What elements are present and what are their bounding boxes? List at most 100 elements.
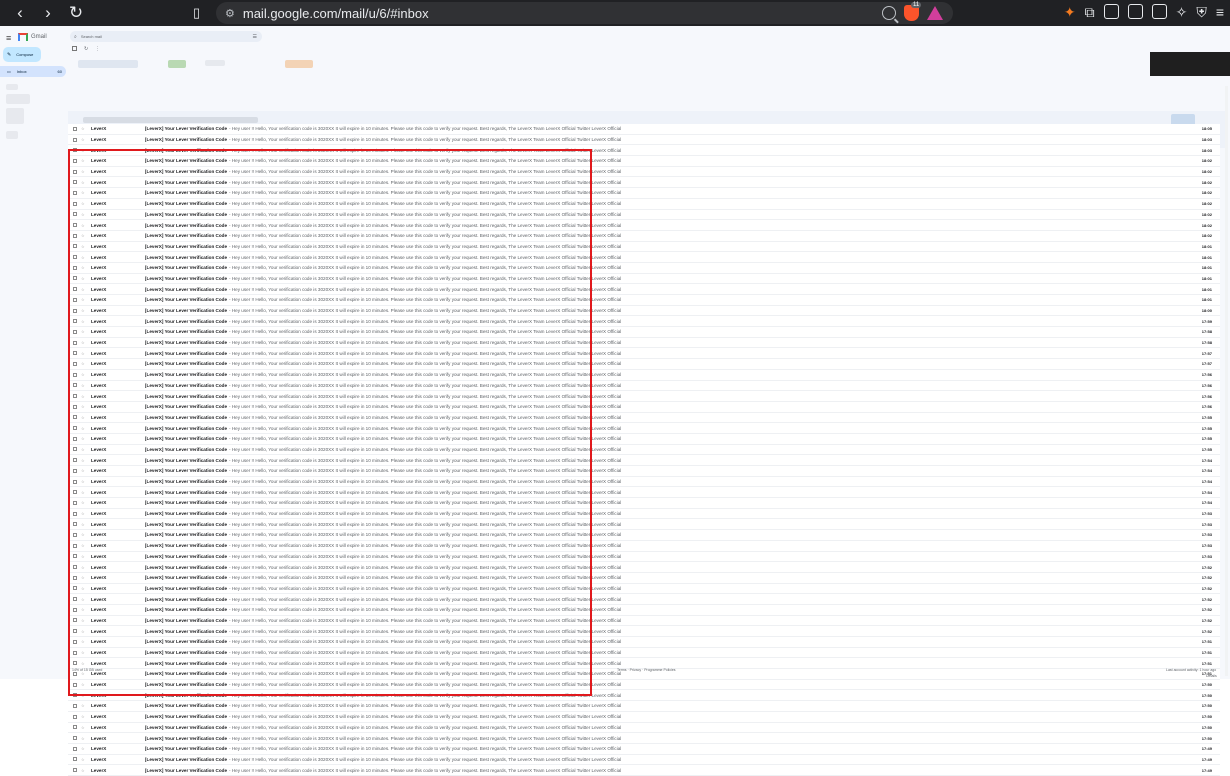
email-row[interactable]: ☆ LeverX [LeverX] Your Lever Verification … (68, 754, 1220, 766)
email-row[interactable]: ☆ LeverX [LeverX] Your Lever Verification … (68, 530, 1220, 541)
email-row[interactable]: ☆ LeverX [LeverX] Your Lever Verification … (68, 604, 1220, 616)
sidebar-item-inbox[interactable]: ▭ Inbox 60 (0, 66, 66, 77)
email-row[interactable]: ☆ LeverX [LeverX] Your Lever Verification … (68, 145, 1220, 157)
row-checkbox[interactable] (73, 746, 77, 751)
star-icon[interactable]: ☆ (81, 158, 87, 163)
email-row[interactable]: ☆ LeverX [LeverX] Your Lever Verification … (68, 166, 1220, 178)
gmail-logo[interactable]: Gmail (18, 33, 47, 41)
row-checkbox[interactable] (73, 201, 77, 206)
row-checkbox[interactable] (73, 618, 77, 623)
star-icon[interactable]: ☆ (81, 639, 87, 644)
browser-menu-icon[interactable]: ≡ (1216, 4, 1224, 21)
brave-rewards-icon[interactable] (927, 6, 943, 20)
star-icon[interactable]: ☆ (81, 276, 87, 281)
row-checkbox[interactable] (73, 639, 77, 644)
email-row[interactable]: ☆ LeverX [LeverX] Your Lever Verification … (68, 241, 1220, 253)
star-icon[interactable]: ☆ (81, 265, 87, 270)
scrollbar[interactable] (1225, 86, 1228, 676)
star-icon[interactable]: ☆ (81, 575, 87, 580)
email-row[interactable]: ☆ LeverX [LeverX] Your Lever Verification … (68, 433, 1220, 445)
star-icon[interactable]: ☆ (81, 629, 87, 634)
star-icon[interactable]: ☆ (81, 768, 87, 773)
star-icon[interactable]: ☆ (81, 682, 87, 687)
star-icon[interactable]: ☆ (81, 736, 87, 741)
star-icon[interactable]: ☆ (81, 351, 87, 356)
star-icon[interactable]: ☆ (81, 126, 87, 131)
email-row[interactable]: ☆ LeverX [LeverX] Your Lever Verification … (68, 188, 1220, 199)
star-icon[interactable]: ☆ (81, 586, 87, 591)
row-checkbox[interactable] (73, 532, 77, 537)
email-row[interactable]: ☆ LeverX [LeverX] Your Lever Verification … (68, 711, 1220, 723)
email-row[interactable]: ☆ LeverX [LeverX] Your Lever Verification … (68, 423, 1220, 434)
star-icon[interactable]: ☆ (81, 532, 87, 537)
email-row[interactable]: ☆ LeverX [LeverX] Your Lever Verification … (68, 743, 1220, 755)
email-row[interactable]: ☆ LeverX [LeverX] Your Lever Verification … (68, 594, 1220, 605)
star-icon[interactable]: ☆ (81, 404, 87, 409)
star-icon[interactable]: ☆ (81, 308, 87, 313)
email-row[interactable]: ☆ LeverX [LeverX] Your Lever Verification … (68, 551, 1220, 563)
star-icon[interactable]: ☆ (81, 137, 87, 142)
star-icon[interactable]: ☆ (81, 500, 87, 505)
row-checkbox[interactable] (73, 308, 77, 313)
star-icon[interactable]: ☆ (81, 361, 87, 366)
email-row[interactable]: ☆ LeverX [LeverX] Your Lever Verification … (68, 177, 1220, 189)
star-icon[interactable]: ☆ (81, 661, 87, 666)
row-checkbox[interactable] (73, 736, 77, 741)
star-icon[interactable]: ☆ (81, 436, 87, 441)
row-checkbox[interactable] (73, 329, 77, 334)
row-checkbox[interactable] (73, 714, 77, 719)
search-options-icon[interactable]: ☰ (253, 34, 257, 40)
email-row[interactable]: ☆ LeverX [LeverX] Your Lever Verification … (68, 615, 1220, 627)
row-checkbox[interactable] (73, 394, 77, 399)
row-checkbox[interactable] (73, 511, 77, 516)
star-icon[interactable]: ☆ (81, 543, 87, 548)
star-icon[interactable]: ☆ (81, 511, 87, 516)
email-row[interactable]: ☆ LeverX [LeverX] Your Lever Verification … (68, 134, 1220, 146)
extension-fox-icon[interactable]: ✦ (1064, 4, 1076, 21)
row-checkbox[interactable] (73, 212, 77, 217)
email-row[interactable]: ☆ LeverX [LeverX] Your Lever Verification … (68, 498, 1220, 509)
back-icon[interactable]: ‹ (12, 4, 28, 21)
star-icon[interactable]: ☆ (81, 329, 87, 334)
email-row[interactable]: ☆ LeverX [LeverX] Your Lever Verification … (68, 733, 1220, 744)
email-row[interactable]: ☆ LeverX [LeverX] Your Lever Verification … (68, 412, 1220, 424)
email-row[interactable]: ☆ LeverX [LeverX] Your Lever Verification … (68, 305, 1220, 317)
row-checkbox[interactable] (73, 415, 77, 420)
row-checkbox[interactable] (73, 372, 77, 377)
zoom-icon[interactable] (882, 6, 896, 20)
row-checkbox[interactable] (73, 575, 77, 580)
star-icon[interactable]: ☆ (81, 297, 87, 302)
row-checkbox[interactable] (73, 190, 77, 195)
more-options-icon[interactable]: ⋮ (95, 46, 100, 52)
select-all-checkbox[interactable] (72, 46, 77, 51)
star-icon[interactable]: ☆ (81, 597, 87, 602)
star-icon[interactable]: ☆ (81, 607, 87, 612)
row-checkbox[interactable] (73, 703, 77, 708)
row-checkbox[interactable] (73, 468, 77, 473)
footer-links[interactable]: Terms · Privacy · Programme Policies (617, 668, 676, 672)
email-row[interactable]: ☆ LeverX [LeverX] Your Lever Verification … (68, 262, 1220, 274)
row-checkbox[interactable] (73, 148, 77, 153)
refresh-icon[interactable]: ↻ (84, 46, 88, 52)
url-text[interactable]: mail.google.com/mail/u/6/#inbox (243, 6, 429, 21)
email-row[interactable]: ☆ LeverX [LeverX] Your Lever Verification … (68, 637, 1220, 648)
star-icon[interactable]: ☆ (81, 415, 87, 420)
wallet-icon[interactable] (1151, 4, 1167, 19)
star-icon[interactable]: ☆ (81, 255, 87, 260)
row-checkbox[interactable] (73, 297, 77, 302)
row-checkbox[interactable] (73, 543, 77, 548)
star-icon[interactable]: ☆ (81, 394, 87, 399)
star-icon[interactable]: ☆ (81, 714, 87, 719)
email-row[interactable]: ☆ LeverX [LeverX] Your Lever Verification … (68, 690, 1220, 702)
star-icon[interactable]: ☆ (81, 244, 87, 249)
email-row[interactable]: ☆ LeverX [LeverX] Your Lever Verification … (68, 220, 1220, 231)
row-checkbox[interactable] (73, 693, 77, 698)
star-icon[interactable]: ☆ (81, 383, 87, 388)
row-checkbox[interactable] (73, 244, 77, 249)
row-checkbox[interactable] (73, 757, 77, 762)
row-checkbox[interactable] (73, 223, 77, 228)
vpn-icon[interactable]: ⛨ (1196, 4, 1207, 21)
email-row[interactable]: ☆ LeverX [LeverX] Your Lever Verification … (68, 722, 1220, 734)
star-icon[interactable]: ☆ (81, 725, 87, 730)
row-checkbox[interactable] (73, 255, 77, 260)
